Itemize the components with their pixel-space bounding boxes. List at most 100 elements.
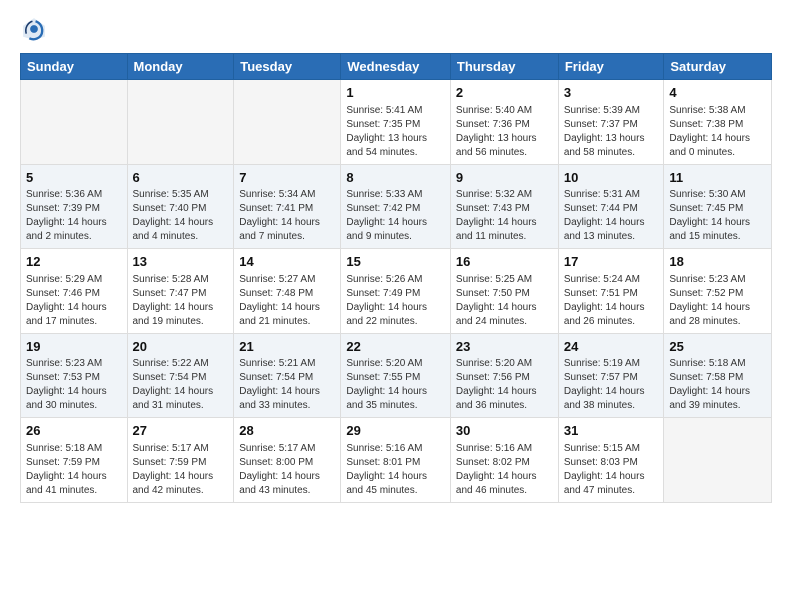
day-number: 14 <box>239 253 335 271</box>
day-info: Sunrise: 5:26 AMSunset: 7:49 PMDaylight:… <box>346 273 445 329</box>
weekday-header-saturday: Saturday <box>664 54 772 80</box>
day-info: Sunrise: 5:28 AMSunset: 7:47 PMDaylight:… <box>133 273 229 329</box>
day-info: Sunrise: 5:29 AMSunset: 7:46 PMDaylight:… <box>26 273 122 329</box>
day-info: Sunrise: 5:33 AMSunset: 7:42 PMDaylight:… <box>346 188 445 244</box>
calendar-cell: 14 Sunrise: 5:27 AMSunset: 7:48 PMDayligh… <box>234 249 341 334</box>
calendar-cell: 26 Sunrise: 5:18 AMSunset: 7:59 PMDayligh… <box>21 418 128 503</box>
day-info: Sunrise: 5:16 AMSunset: 8:01 PMDaylight:… <box>346 442 445 498</box>
day-number: 2 <box>456 84 553 102</box>
header <box>20 15 772 43</box>
day-number: 24 <box>564 338 659 356</box>
day-info: Sunrise: 5:22 AMSunset: 7:54 PMDaylight:… <box>133 357 229 413</box>
calendar-week-3: 12 Sunrise: 5:29 AMSunset: 7:46 PMDayligh… <box>21 249 772 334</box>
calendar-cell: 31 Sunrise: 5:15 AMSunset: 8:03 PMDayligh… <box>558 418 664 503</box>
day-number: 16 <box>456 253 553 271</box>
calendar-cell: 24Sunrise: 5:19 AMSunset: 7:57 PMDayligh… <box>558 333 664 418</box>
day-info: Sunrise: 5:31 AMSunset: 7:44 PMDaylight:… <box>564 188 659 244</box>
day-info: Sunrise: 5:20 AMSunset: 7:56 PMDaylight:… <box>456 357 553 413</box>
day-number: 6 <box>133 169 229 187</box>
day-info: Sunrise: 5:17 AMSunset: 8:00 PMDaylight:… <box>239 442 335 498</box>
day-number: 28 <box>239 422 335 440</box>
calendar-week-1: 1Sunrise: 5:41 AMSunset: 7:35 PMDaylight… <box>21 80 772 165</box>
calendar-table: SundayMondayTuesdayWednesdayThursdayFrid… <box>20 53 772 503</box>
calendar-cell: 9Sunrise: 5:32 AMSunset: 7:43 PMDaylight… <box>450 164 558 249</box>
calendar-cell: 2 Sunrise: 5:40 AMSunset: 7:36 PMDaylight… <box>450 80 558 165</box>
day-number: 12 <box>26 253 122 271</box>
day-number: 4 <box>669 84 766 102</box>
weekday-header-thursday: Thursday <box>450 54 558 80</box>
calendar-cell: 10Sunrise: 5:31 AMSunset: 7:44 PMDayligh… <box>558 164 664 249</box>
calendar-cell: 6Sunrise: 5:35 AMSunset: 7:40 PMDaylight… <box>127 164 234 249</box>
day-info: Sunrise: 5:20 AMSunset: 7:55 PMDaylight:… <box>346 357 445 413</box>
day-info: Sunrise: 5:36 AMSunset: 7:39 PMDaylight:… <box>26 188 122 244</box>
day-number: 10 <box>564 169 659 187</box>
calendar-cell: 27 Sunrise: 5:17 AMSunset: 7:59 PMDayligh… <box>127 418 234 503</box>
calendar-cell: 28 Sunrise: 5:17 AMSunset: 8:00 PMDayligh… <box>234 418 341 503</box>
calendar-cell: 3Sunrise: 5:39 AMSunset: 7:37 PMDaylight… <box>558 80 664 165</box>
day-number: 7 <box>239 169 335 187</box>
day-info: Sunrise: 5:40 AMSunset: 7:36 PMDaylight:… <box>456 104 553 160</box>
calendar-week-5: 26 Sunrise: 5:18 AMSunset: 7:59 PMDayligh… <box>21 418 772 503</box>
day-number: 15 <box>346 253 445 271</box>
calendar-cell: 8Sunrise: 5:33 AMSunset: 7:42 PMDaylight… <box>341 164 451 249</box>
day-info: Sunrise: 5:34 AMSunset: 7:41 PMDaylight:… <box>239 188 335 244</box>
day-number: 25 <box>669 338 766 356</box>
calendar-cell <box>664 418 772 503</box>
calendar-cell <box>21 80 128 165</box>
day-info: Sunrise: 5:21 AMSunset: 7:54 PMDaylight:… <box>239 357 335 413</box>
calendar-cell: 1Sunrise: 5:41 AMSunset: 7:35 PMDaylight… <box>341 80 451 165</box>
day-info: Sunrise: 5:39 AMSunset: 7:37 PMDaylight:… <box>564 104 659 160</box>
day-info: Sunrise: 5:25 AMSunset: 7:50 PMDaylight:… <box>456 273 553 329</box>
calendar-cell: 7Sunrise: 5:34 AMSunset: 7:41 PMDaylight… <box>234 164 341 249</box>
day-number: 22 <box>346 338 445 356</box>
day-info: Sunrise: 5:18 AMSunset: 7:59 PMDaylight:… <box>26 442 122 498</box>
day-info: Sunrise: 5:16 AMSunset: 8:02 PMDaylight:… <box>456 442 553 498</box>
day-info: Sunrise: 5:32 AMSunset: 7:43 PMDaylight:… <box>456 188 553 244</box>
day-info: Sunrise: 5:15 AMSunset: 8:03 PMDaylight:… <box>564 442 659 498</box>
day-info: Sunrise: 5:23 AMSunset: 7:52 PMDaylight:… <box>669 273 766 329</box>
calendar-cell: 21Sunrise: 5:21 AMSunset: 7:54 PMDayligh… <box>234 333 341 418</box>
day-info: Sunrise: 5:30 AMSunset: 7:45 PMDaylight:… <box>669 188 766 244</box>
calendar-cell: 29 Sunrise: 5:16 AMSunset: 8:01 PMDayligh… <box>341 418 451 503</box>
day-number: 11 <box>669 169 766 187</box>
day-info: Sunrise: 5:17 AMSunset: 7:59 PMDaylight:… <box>133 442 229 498</box>
day-info: Sunrise: 5:19 AMSunset: 7:57 PMDaylight:… <box>564 357 659 413</box>
day-number: 5 <box>26 169 122 187</box>
logo-icon <box>20 15 48 43</box>
day-number: 19 <box>26 338 122 356</box>
weekday-header-sunday: Sunday <box>21 54 128 80</box>
day-number: 27 <box>133 422 229 440</box>
calendar-cell: 19Sunrise: 5:23 AMSunset: 7:53 PMDayligh… <box>21 333 128 418</box>
day-info: Sunrise: 5:27 AMSunset: 7:48 PMDaylight:… <box>239 273 335 329</box>
calendar-cell: 23Sunrise: 5:20 AMSunset: 7:56 PMDayligh… <box>450 333 558 418</box>
day-number: 13 <box>133 253 229 271</box>
page: SundayMondayTuesdayWednesdayThursdayFrid… <box>0 0 792 612</box>
calendar-cell: 25Sunrise: 5:18 AMSunset: 7:58 PMDayligh… <box>664 333 772 418</box>
weekday-header-monday: Monday <box>127 54 234 80</box>
day-number: 9 <box>456 169 553 187</box>
calendar-cell: 4Sunrise: 5:38 AMSunset: 7:38 PMDaylight… <box>664 80 772 165</box>
logo <box>20 15 52 43</box>
day-number: 29 <box>346 422 445 440</box>
calendar-cell: 18 Sunrise: 5:23 AMSunset: 7:52 PMDayligh… <box>664 249 772 334</box>
calendar-cell: 15 Sunrise: 5:26 AMSunset: 7:49 PMDayligh… <box>341 249 451 334</box>
day-number: 20 <box>133 338 229 356</box>
calendar-cell: 17Sunrise: 5:24 AMSunset: 7:51 PMDayligh… <box>558 249 664 334</box>
calendar-week-4: 19Sunrise: 5:23 AMSunset: 7:53 PMDayligh… <box>21 333 772 418</box>
day-number: 17 <box>564 253 659 271</box>
calendar-cell: 16 Sunrise: 5:25 AMSunset: 7:50 PMDayligh… <box>450 249 558 334</box>
weekday-header-tuesday: Tuesday <box>234 54 341 80</box>
day-number: 30 <box>456 422 553 440</box>
calendar-cell <box>234 80 341 165</box>
calendar-cell: 20Sunrise: 5:22 AMSunset: 7:54 PMDayligh… <box>127 333 234 418</box>
weekday-header-wednesday: Wednesday <box>341 54 451 80</box>
day-number: 31 <box>564 422 659 440</box>
day-number: 18 <box>669 253 766 271</box>
calendar-cell: 22Sunrise: 5:20 AMSunset: 7:55 PMDayligh… <box>341 333 451 418</box>
day-number: 8 <box>346 169 445 187</box>
calendar-cell: 12 Sunrise: 5:29 AMSunset: 7:46 PMDayligh… <box>21 249 128 334</box>
calendar-cell: 13 Sunrise: 5:28 AMSunset: 7:47 PMDayligh… <box>127 249 234 334</box>
day-number: 26 <box>26 422 122 440</box>
calendar-cell: 5Sunrise: 5:36 AMSunset: 7:39 PMDaylight… <box>21 164 128 249</box>
day-info: Sunrise: 5:23 AMSunset: 7:53 PMDaylight:… <box>26 357 122 413</box>
